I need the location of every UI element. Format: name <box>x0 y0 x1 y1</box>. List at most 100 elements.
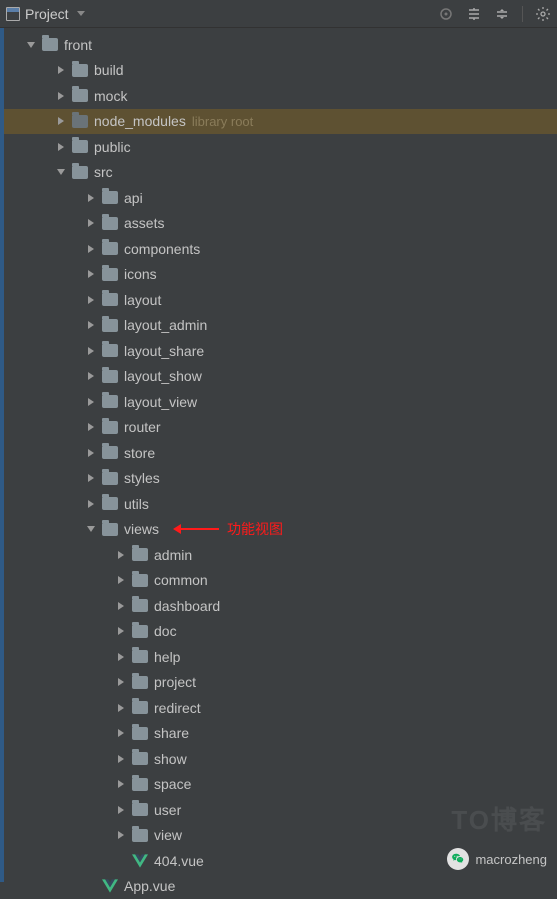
header-left[interactable]: Project <box>6 6 85 22</box>
chevron-right-icon[interactable] <box>114 602 128 610</box>
chevron-right-icon[interactable] <box>84 270 98 278</box>
collapse-all-icon[interactable] <box>494 6 510 22</box>
tree-row-layout-admin[interactable]: layout_admin <box>4 313 557 339</box>
chevron-right-icon[interactable] <box>114 576 128 584</box>
tree-item-label: project <box>154 674 196 690</box>
chevron-right-icon[interactable] <box>84 449 98 457</box>
folder-icon <box>132 752 148 765</box>
folder-icon <box>102 523 118 536</box>
tree-row-mock[interactable]: mock <box>4 83 557 109</box>
folder-icon <box>72 64 88 77</box>
tree-row-views[interactable]: views功能视图 <box>4 517 557 543</box>
chevron-right-icon[interactable] <box>114 806 128 814</box>
chevron-right-icon[interactable] <box>114 780 128 788</box>
tree-row-build[interactable]: build <box>4 58 557 84</box>
tree-item-label: views <box>124 521 159 537</box>
folder-icon <box>132 650 148 663</box>
tree-row-show[interactable]: show <box>4 746 557 772</box>
separator <box>522 6 523 22</box>
chevron-right-icon[interactable] <box>84 245 98 253</box>
tree-row-common[interactable]: common <box>4 568 557 594</box>
tree-item-label: space <box>154 776 191 792</box>
tree-row-front[interactable]: front <box>4 32 557 58</box>
tree-item-label: assets <box>124 215 164 231</box>
expand-all-icon[interactable] <box>466 6 482 22</box>
chevron-down-icon[interactable] <box>54 169 68 175</box>
folder-icon <box>102 217 118 230</box>
locate-icon[interactable] <box>438 6 454 22</box>
tree-item-label: mock <box>94 88 127 104</box>
chevron-right-icon[interactable] <box>84 372 98 380</box>
tree-row-App-vue[interactable]: App.vue <box>4 874 557 899</box>
tree-row-layout-show[interactable]: layout_show <box>4 364 557 390</box>
chevron-right-icon[interactable] <box>54 92 68 100</box>
chevron-right-icon[interactable] <box>84 423 98 431</box>
tree-item-label: common <box>154 572 208 588</box>
tree-row-share[interactable]: share <box>4 721 557 747</box>
tree-row-icons[interactable]: icons <box>4 262 557 288</box>
tree-item-label: 404.vue <box>154 853 204 869</box>
tree-row-assets[interactable]: assets <box>4 211 557 237</box>
chevron-right-icon[interactable] <box>114 831 128 839</box>
tree-row-styles[interactable]: styles <box>4 466 557 492</box>
chevron-right-icon[interactable] <box>54 66 68 74</box>
watermark: macrozheng <box>447 848 547 870</box>
project-icon <box>6 7 20 21</box>
tree-row-admin[interactable]: admin <box>4 542 557 568</box>
chevron-right-icon[interactable] <box>84 398 98 406</box>
folder-icon <box>72 115 88 128</box>
chevron-right-icon[interactable] <box>84 219 98 227</box>
tree-row-components[interactable]: components <box>4 236 557 262</box>
tree-item-label: doc <box>154 623 177 639</box>
tree-item-suffix: library root <box>192 114 253 129</box>
chevron-right-icon[interactable] <box>54 117 68 125</box>
tree-item-label: redirect <box>154 700 201 716</box>
tree-row-dashboard[interactable]: dashboard <box>4 593 557 619</box>
chevron-down-icon[interactable] <box>84 526 98 532</box>
chevron-down-icon[interactable] <box>24 42 38 48</box>
tree-row-store[interactable]: store <box>4 440 557 466</box>
gear-icon[interactable] <box>535 6 551 22</box>
tree-row-src[interactable]: src <box>4 160 557 186</box>
chevron-right-icon[interactable] <box>84 194 98 202</box>
chevron-right-icon[interactable] <box>84 347 98 355</box>
tree-item-label: help <box>154 649 180 665</box>
tree-row-redirect[interactable]: redirect <box>4 695 557 721</box>
folder-icon <box>132 548 148 561</box>
chevron-right-icon[interactable] <box>114 551 128 559</box>
chevron-right-icon[interactable] <box>114 729 128 737</box>
folder-icon <box>102 344 118 357</box>
tree-row-help[interactable]: help <box>4 644 557 670</box>
folder-icon <box>102 191 118 204</box>
tree-row-api[interactable]: api <box>4 185 557 211</box>
chevron-right-icon[interactable] <box>84 321 98 329</box>
tree-row-router[interactable]: router <box>4 415 557 441</box>
tree-row-layout-share[interactable]: layout_share <box>4 338 557 364</box>
folder-icon <box>132 803 148 816</box>
folder-icon <box>132 727 148 740</box>
tree-row-node-modules[interactable]: node_moduleslibrary root <box>4 109 557 135</box>
folder-icon <box>102 268 118 281</box>
tree-row-utils[interactable]: utils <box>4 491 557 517</box>
chevron-right-icon[interactable] <box>84 474 98 482</box>
tree-item-label: layout <box>124 292 161 308</box>
watermark-background: TO博客 <box>451 800 547 837</box>
dropdown-arrow-icon[interactable] <box>77 11 85 16</box>
chevron-right-icon[interactable] <box>114 627 128 635</box>
tree-row-project[interactable]: project <box>4 670 557 696</box>
tree-row-public[interactable]: public <box>4 134 557 160</box>
tree-item-label: src <box>94 164 113 180</box>
tree-row-doc[interactable]: doc <box>4 619 557 645</box>
chevron-right-icon[interactable] <box>114 653 128 661</box>
chevron-right-icon[interactable] <box>114 704 128 712</box>
tree-row-layout[interactable]: layout <box>4 287 557 313</box>
folder-icon <box>102 395 118 408</box>
chevron-right-icon[interactable] <box>84 500 98 508</box>
chevron-right-icon[interactable] <box>114 755 128 763</box>
chevron-right-icon[interactable] <box>54 143 68 151</box>
folder-icon <box>72 166 88 179</box>
tree-row-space[interactable]: space <box>4 772 557 798</box>
chevron-right-icon[interactable] <box>84 296 98 304</box>
tree-row-layout-view[interactable]: layout_view <box>4 389 557 415</box>
chevron-right-icon[interactable] <box>114 678 128 686</box>
